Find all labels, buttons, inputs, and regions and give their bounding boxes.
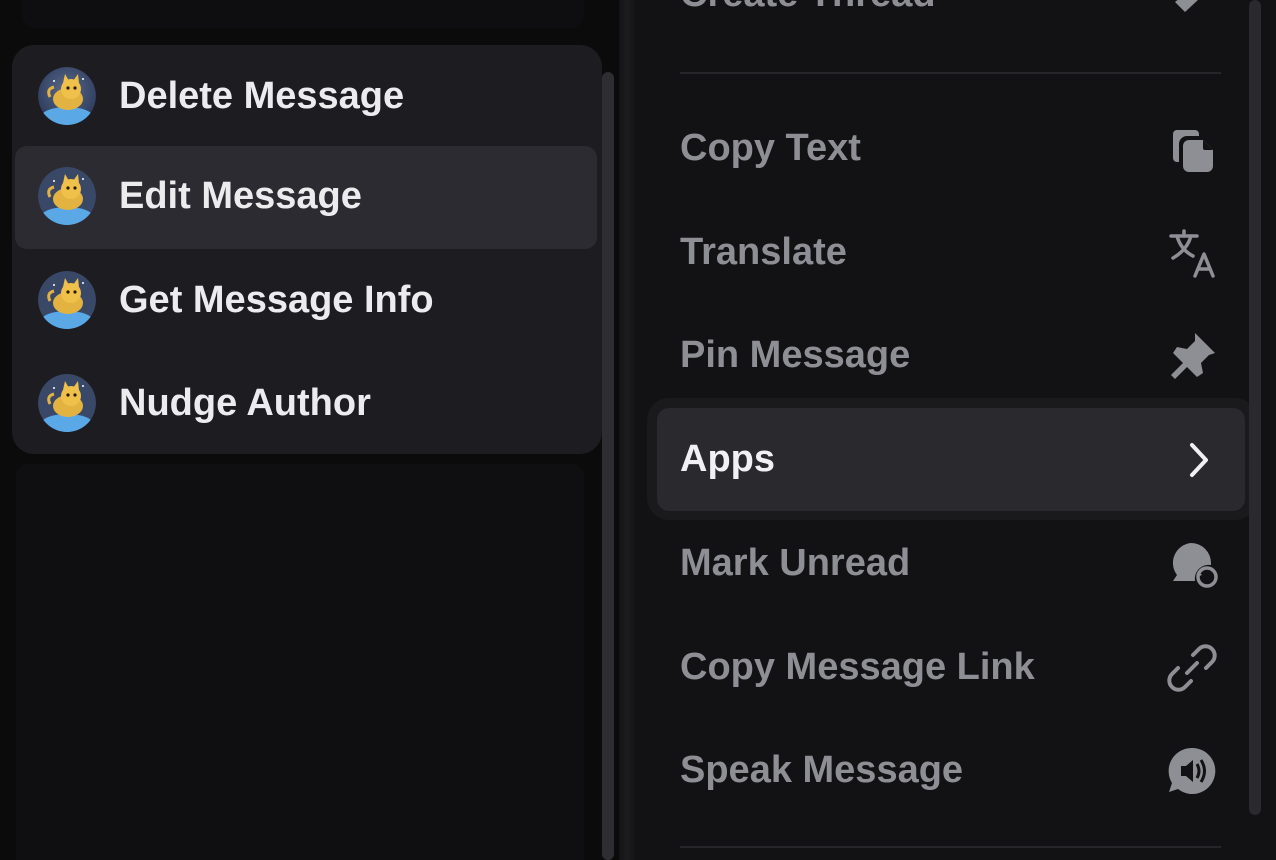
menu-scrollbar[interactable] — [1249, 0, 1261, 815]
apps-item-label: Get Message Info — [119, 279, 434, 321]
pin-icon — [1165, 329, 1219, 383]
apps-item-nudge-author[interactable]: Nudge Author — [15, 353, 597, 456]
menu-separator — [680, 72, 1221, 74]
speak-icon — [1165, 744, 1219, 798]
menu-item-mark-unread[interactable]: Mark Unread — [635, 511, 1235, 615]
menu-item-create-thread[interactable]: Create Thread — [635, 0, 1235, 104]
apps-item-edit-message[interactable]: Edit Message — [15, 146, 597, 249]
menu-item-translate[interactable]: Translate — [635, 200, 1235, 304]
menu-item-label: Speak Message — [680, 749, 964, 791]
menu-item-label: Apps — [680, 438, 775, 480]
background-panel — [16, 464, 584, 860]
apps-submenu: Delete Message Edit Message Get Message … — [12, 45, 602, 454]
link-icon — [1165, 641, 1219, 695]
bot-avatar-icon — [38, 167, 96, 225]
message-context-menu: Create Thread Copy Text Translate — [635, 0, 1276, 860]
menu-item-apps[interactable]: Apps — [647, 398, 1257, 520]
menu-item-label: Mark Unread — [680, 542, 911, 584]
menu-item-label: Pin Message — [680, 334, 911, 376]
previous-panel-edge — [22, 0, 584, 28]
apps-item-label: Nudge Author — [119, 382, 371, 424]
menu-item-speak-message[interactable]: Speak Message — [635, 718, 1235, 822]
apps-item-label: Edit Message — [119, 175, 362, 217]
mark-unread-icon — [1165, 537, 1219, 591]
menu-item-pin-message[interactable]: Pin Message — [635, 303, 1235, 407]
menu-item-label: Copy Message Link — [680, 646, 1035, 688]
menu-item-copy-message-link[interactable]: Copy Message Link — [635, 615, 1235, 719]
bot-avatar-icon — [38, 374, 96, 432]
menu-item-label: Translate — [680, 231, 847, 273]
menu-item-label: Create Thread — [680, 0, 936, 46]
menu-separator — [680, 846, 1221, 848]
chevron-right-icon — [1172, 433, 1226, 487]
screen: Delete Message Edit Message Get Message … — [0, 0, 1276, 860]
apps-item-get-message-info[interactable]: Get Message Info — [15, 250, 597, 353]
apps-item-label: Delete Message — [119, 75, 405, 117]
bot-avatar-icon — [38, 67, 96, 125]
translate-icon — [1165, 226, 1219, 280]
thread-icon — [1165, 0, 1219, 26]
copy-icon — [1165, 122, 1219, 176]
bot-avatar-icon — [38, 271, 96, 329]
left-scrollbar[interactable] — [602, 72, 614, 860]
menu-item-apps-highlight: Apps — [657, 408, 1245, 511]
apps-item-delete-message[interactable]: Delete Message — [15, 46, 597, 149]
menu-item-copy-text[interactable]: Copy Text — [635, 96, 1235, 200]
divider — [619, 0, 635, 860]
menu-item-label: Copy Text — [680, 127, 861, 169]
